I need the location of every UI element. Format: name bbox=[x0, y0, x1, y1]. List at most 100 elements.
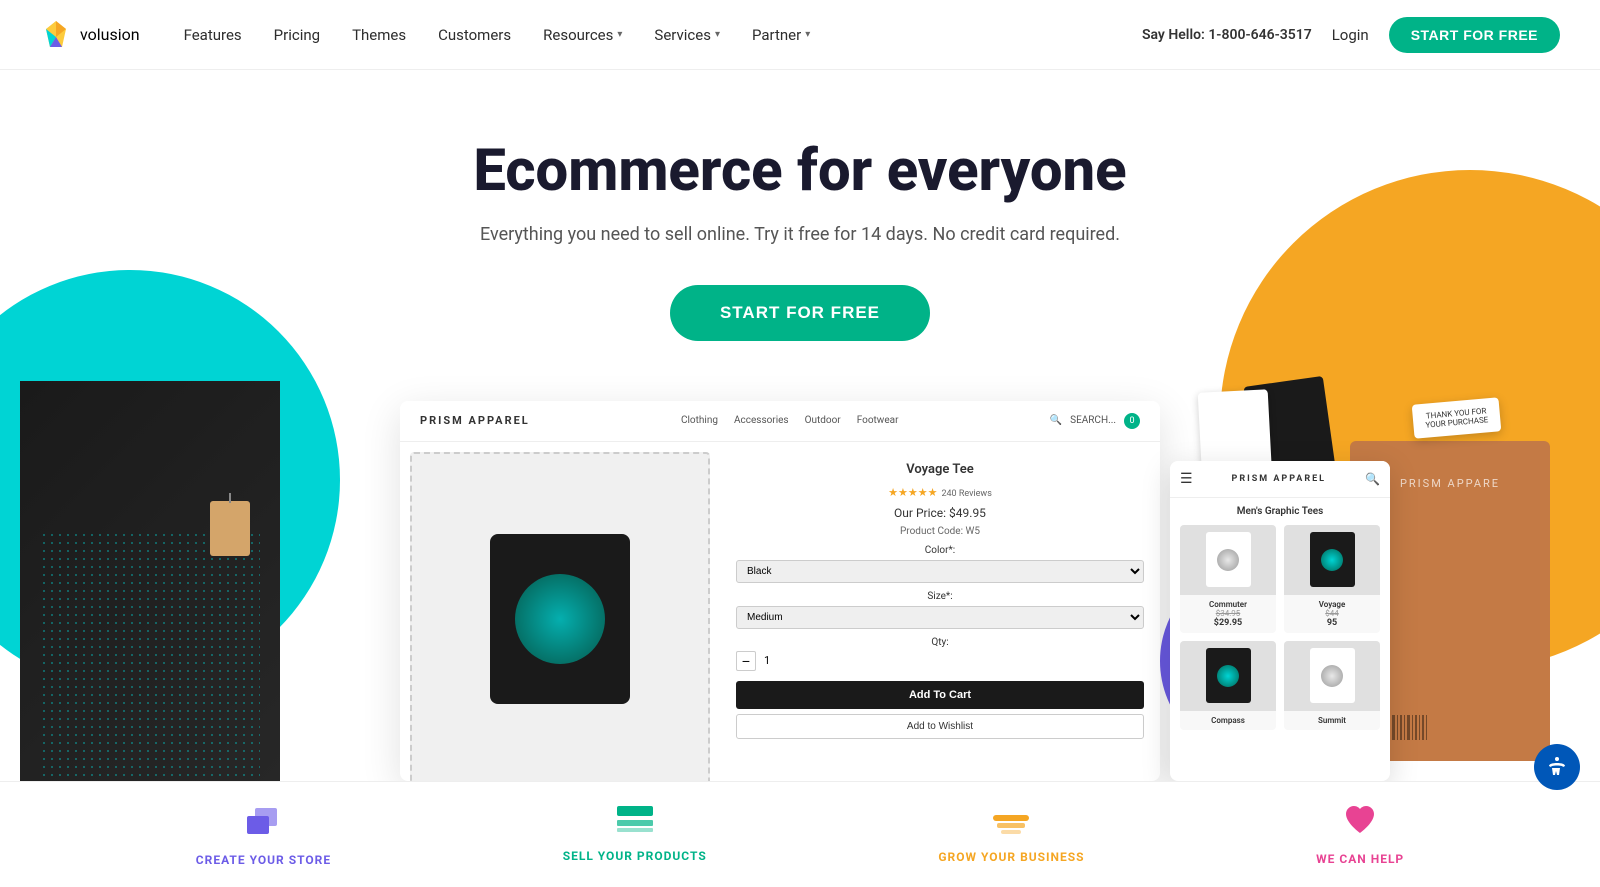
store-navbar: PRISM APPAREL Clothing Accessories Outdo… bbox=[400, 401, 1160, 442]
store-icon bbox=[245, 802, 281, 845]
card-text: THANK YOU FORYOUR PURCHASE bbox=[1424, 406, 1488, 429]
mobile-category: Men's Graphic Tees bbox=[1170, 498, 1390, 525]
store-body: Voyage Tee ★★★★★ 240 Reviews Our Price: … bbox=[400, 442, 1160, 777]
mobile-product-grid: Commuter $34.95 $29.95 Voyage $44 95 bbox=[1170, 525, 1390, 740]
qty-minus-button[interactable]: − bbox=[736, 651, 756, 671]
hero-section: Ecommerce for everyone Everything you ne… bbox=[0, 70, 1600, 781]
nav-customers[interactable]: Customers bbox=[424, 18, 525, 52]
phone-label: Say Hello: 1-800-646-3517 bbox=[1142, 27, 1312, 43]
mobile-product-item: Summit bbox=[1284, 641, 1380, 730]
qty-label: Qty: bbox=[736, 637, 1144, 648]
store-nav-accessories: Accessories bbox=[734, 415, 789, 426]
box-brand-text: PRISM APPARE bbox=[1366, 457, 1534, 490]
product-details: Voyage Tee ★★★★★ 240 Reviews Our Price: … bbox=[720, 442, 1160, 777]
product-tshirt-dark bbox=[1206, 648, 1251, 703]
product-design-circle bbox=[1217, 665, 1239, 687]
add-to-cart-button[interactable]: Add To Cart bbox=[736, 681, 1144, 709]
nav-themes[interactable]: Themes bbox=[338, 18, 420, 52]
nav-pricing[interactable]: Pricing bbox=[260, 18, 334, 52]
nav-cta-button[interactable]: START FOR FREE bbox=[1389, 17, 1560, 53]
logo-icon bbox=[40, 19, 72, 51]
store-brand-name: PRISM APPAREL bbox=[420, 414, 530, 427]
store-nav-clothing: Clothing bbox=[681, 415, 718, 426]
mobile-product-image bbox=[1180, 641, 1276, 711]
mobile-product-info: Compass bbox=[1180, 711, 1276, 730]
size-label: Size*: bbox=[736, 591, 1144, 602]
nav-links: Features Pricing Themes Customers Resour… bbox=[170, 18, 1142, 52]
heart-icon bbox=[1342, 803, 1378, 844]
mobile-product-name: Compass bbox=[1185, 716, 1271, 725]
qty-value: 1 bbox=[764, 654, 770, 667]
mobile-product-name: Summit bbox=[1289, 716, 1375, 725]
product-image-area bbox=[410, 452, 710, 781]
product-code: Product Code: W5 bbox=[736, 526, 1144, 537]
grow-business-label: GROW YOUR BUSINESS bbox=[938, 850, 1084, 864]
grow-icon bbox=[993, 805, 1029, 842]
review-count: 240 Reviews bbox=[941, 489, 991, 499]
product-design-circle bbox=[1321, 665, 1343, 687]
mobile-product-item: Voyage $44 95 bbox=[1284, 525, 1380, 633]
size-select[interactable]: Medium bbox=[736, 606, 1144, 629]
hero-cta-button[interactable]: START FOR FREE bbox=[670, 285, 930, 341]
chevron-down-icon: ▾ bbox=[805, 29, 810, 40]
add-to-wishlist-button[interactable]: Add to Wishlist bbox=[736, 714, 1144, 739]
barcode-lines bbox=[1366, 715, 1534, 740]
logo[interactable]: volusion bbox=[40, 19, 140, 51]
star-icons: ★★★★★ bbox=[888, 486, 937, 499]
mobile-product-item: Compass bbox=[1180, 641, 1276, 730]
barcode bbox=[1366, 715, 1534, 745]
login-link[interactable]: Login bbox=[1332, 26, 1369, 44]
tshirt-product-image bbox=[20, 381, 280, 781]
hero-title: Ecommerce for everyone bbox=[20, 140, 1580, 204]
product-title: Voyage Tee bbox=[736, 462, 1144, 477]
sell-icon bbox=[617, 806, 653, 841]
product-design-circle bbox=[1321, 549, 1343, 571]
product-tshirt-light bbox=[1310, 648, 1355, 703]
grow-business-svg bbox=[993, 805, 1029, 835]
mobile-product-info: Voyage $44 95 bbox=[1284, 595, 1380, 633]
nav-features[interactable]: Features bbox=[170, 18, 256, 52]
mobile-product-original-price: $34.95 bbox=[1185, 609, 1271, 618]
nav-partner[interactable]: Partner ▾ bbox=[738, 18, 824, 52]
product-design bbox=[515, 574, 605, 664]
chevron-down-icon: ▾ bbox=[617, 29, 622, 40]
mobile-product-image bbox=[1180, 525, 1276, 595]
we-can-help-svg bbox=[1342, 803, 1378, 837]
we-can-help-label: WE CAN HELP bbox=[1316, 852, 1404, 866]
tshirt-background bbox=[20, 381, 280, 781]
store-nav-footwear: Footwear bbox=[857, 415, 899, 426]
create-store-label: CREATE YOUR STORE bbox=[196, 853, 331, 867]
search-icon: 🔍 bbox=[1050, 415, 1062, 426]
tshirt-tag bbox=[210, 501, 250, 556]
nav-right: Say Hello: 1-800-646-3517 Login START FO… bbox=[1142, 17, 1560, 53]
color-label: Color*: bbox=[736, 545, 1144, 556]
tshirt-pattern bbox=[40, 531, 260, 781]
sell-products-label: SELL YOUR PRODUCTS bbox=[563, 849, 707, 863]
create-store-svg bbox=[245, 802, 281, 838]
product-tshirt bbox=[490, 534, 630, 704]
brand-name: volusion bbox=[80, 25, 140, 44]
product-tshirt-light bbox=[1206, 532, 1251, 587]
mobile-product-info: Summit bbox=[1284, 711, 1380, 730]
product-tshirt-dark bbox=[1310, 532, 1355, 587]
feature-grow-business: GROW YOUR BUSINESS bbox=[938, 805, 1084, 864]
nav-services[interactable]: Services ▾ bbox=[640, 18, 734, 52]
mobile-search-icon: 🔍 bbox=[1365, 472, 1380, 486]
nav-resources[interactable]: Resources ▾ bbox=[529, 18, 636, 52]
accessibility-button[interactable] bbox=[1534, 744, 1580, 790]
store-nav-outdoor: Outdoor bbox=[805, 415, 841, 426]
quantity-control: − 1 bbox=[736, 651, 1144, 671]
cart-icon: 0 bbox=[1124, 413, 1140, 429]
hamburger-icon: ☰ bbox=[1180, 471, 1193, 487]
store-nav-links: Clothing Accessories Outdoor Footwear bbox=[681, 415, 898, 426]
color-select[interactable]: Black bbox=[736, 560, 1144, 583]
chevron-down-icon: ▾ bbox=[715, 29, 720, 40]
mobile-brand-name: PRISM APPAREL bbox=[1232, 474, 1327, 484]
mobile-product-original-price: $44 bbox=[1289, 609, 1375, 618]
feature-create-store: CREATE YOUR STORE bbox=[196, 802, 331, 867]
mobile-product-name: Commuter bbox=[1185, 600, 1271, 609]
hero-images: PRISM APPAREL Clothing Accessories Outdo… bbox=[20, 381, 1580, 761]
store-mockup: PRISM APPAREL Clothing Accessories Outdo… bbox=[400, 401, 1160, 781]
feature-we-can-help: WE CAN HELP bbox=[1316, 803, 1404, 866]
navbar: volusion Features Pricing Themes Custome… bbox=[0, 0, 1600, 70]
